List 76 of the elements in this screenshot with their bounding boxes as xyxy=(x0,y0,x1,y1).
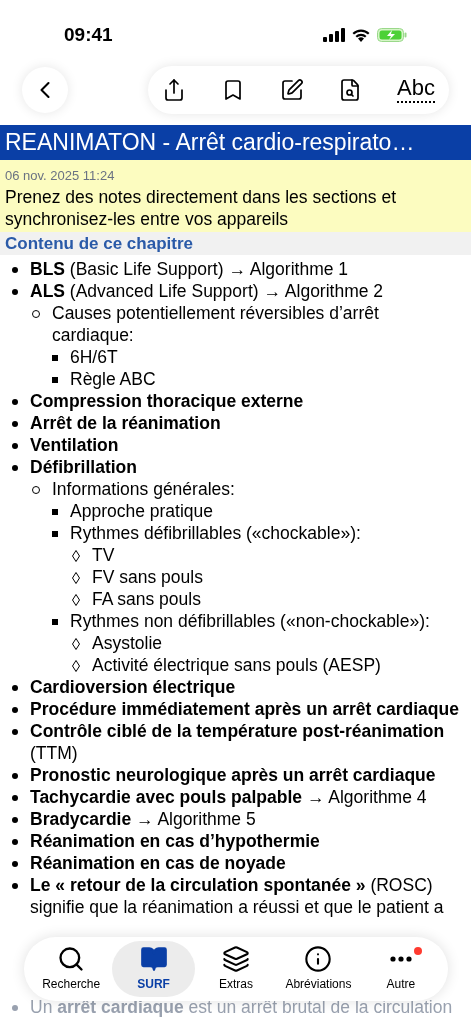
list-item-text: Compression thoracique externe xyxy=(30,389,304,412)
bullet-icon xyxy=(12,706,18,713)
bullet-icon xyxy=(12,838,18,845)
bullet-icon xyxy=(12,684,18,691)
tab-button[interactable]: Autre xyxy=(359,941,443,997)
list-item-text: Activité électrique sans pouls (AESP) xyxy=(92,653,381,676)
list-item-text: Réanimation en cas d’hypothermie xyxy=(30,829,320,852)
diamond-icon xyxy=(72,549,80,562)
bullet-icon xyxy=(12,772,18,779)
paragraph: Un arrêt cardiaque est un arrêt brutal de la circulation xyxy=(30,995,453,1018)
wifi-icon xyxy=(351,28,371,42)
diamond-icon xyxy=(72,593,80,606)
list-item-text: Pronostic neurologique après un arrêt cardiaque xyxy=(30,763,436,786)
list-item-text: Bradycardie → Algorithme 5 xyxy=(30,807,256,830)
signal-icon xyxy=(323,28,345,42)
battery-icon xyxy=(377,28,407,42)
bullet-icon xyxy=(52,508,58,515)
bullet-icon xyxy=(12,464,18,471)
section-header: Contenu de ce chapitre xyxy=(0,231,471,255)
share-icon[interactable] xyxy=(162,78,186,102)
bullet-icon xyxy=(52,376,58,383)
bullet-icon xyxy=(12,1004,18,1011)
list-item-text: Rythmes non défibrillables («non-chockable»): xyxy=(70,609,430,632)
list-item-text: FV sans pouls xyxy=(92,565,203,588)
list-item-text: Asystolie xyxy=(92,631,163,654)
bullet-icon xyxy=(12,266,18,273)
diamond-icon xyxy=(72,659,80,672)
list-item-text: Causes potentiellement réversibles d’arrêt cardiaque: xyxy=(52,301,380,346)
more-icon xyxy=(389,956,412,962)
bullet-icon xyxy=(12,288,18,295)
list-item-text: Informations générales: xyxy=(52,477,235,500)
bullet-icon xyxy=(12,882,18,889)
list-item-text: BLS (Basic Life Support) → Algorithme 1 xyxy=(30,257,349,280)
search-icon xyxy=(57,945,86,973)
list-item-text: Approche pratique xyxy=(70,499,214,522)
list-item-text: 6H/6T xyxy=(70,345,118,368)
bullet-icon xyxy=(52,618,58,625)
edit-icon[interactable] xyxy=(279,78,304,102)
text-style-button[interactable]: Abc xyxy=(397,77,435,103)
bullet-icon xyxy=(52,530,58,537)
note-text: Prenez des notes directement dans les sections et synchronisez-les entre vos appareils xyxy=(5,185,398,230)
book-icon xyxy=(139,945,168,973)
bullet-icon xyxy=(12,860,18,867)
tab-button[interactable]: Recherche xyxy=(30,941,113,997)
bullet-icon xyxy=(12,420,18,427)
chapter-title: REANIMATON - Arrêt cardio-respirato… xyxy=(0,125,471,160)
list-item-text: Procédure immédiatement après un arrêt cardiaque xyxy=(30,697,459,720)
list-item-text: Règle ABC xyxy=(70,367,156,390)
list-item-text: Arrêt de la réanimation xyxy=(30,411,221,434)
back-button[interactable] xyxy=(22,67,68,113)
list-item-text: Réanimation en cas de noyade xyxy=(30,851,286,874)
layers-icon xyxy=(222,945,250,973)
list-item-text: ALS (Advanced Life Support) → Algorithme 2 xyxy=(30,279,384,302)
bullet-icon xyxy=(12,398,18,405)
tab-button[interactable]: SURF xyxy=(112,941,195,997)
tab-button[interactable]: Abréviations xyxy=(277,941,360,997)
list-item-text: Tachycardie avec pouls palpable → Algorithme 4 xyxy=(30,785,427,808)
list-item-text: Ventilation xyxy=(30,433,119,456)
bullet-icon xyxy=(12,728,18,735)
list-item-text: TV xyxy=(92,543,115,566)
diamond-icon xyxy=(72,637,80,650)
list-item-text: Contrôle ciblé de la température post-réanimation (TTM) xyxy=(30,719,446,764)
info-icon xyxy=(304,945,333,973)
bullet-icon xyxy=(12,816,18,823)
list-item-text: Défibrillation xyxy=(30,455,137,478)
list-item-text: Le « retour de la circulation spontanée » (ROSC) signifie que la réanimation a réussi et que le patient a xyxy=(30,873,445,918)
status-time: 09:41 xyxy=(64,22,113,47)
tab-button[interactable]: Extras xyxy=(194,941,278,997)
diamond-icon xyxy=(72,571,80,584)
list-item-text: FA sans pouls xyxy=(92,587,201,610)
bullet-icon xyxy=(12,794,18,801)
bullet-icon xyxy=(52,354,58,361)
list-item-text: Rythmes défibrillables («chockable»): xyxy=(70,521,361,544)
list-item-text: Cardioversion électrique xyxy=(30,675,236,698)
bullet-icon xyxy=(12,442,18,449)
note-date: 06 nov. 2025 11:24 xyxy=(5,167,116,185)
